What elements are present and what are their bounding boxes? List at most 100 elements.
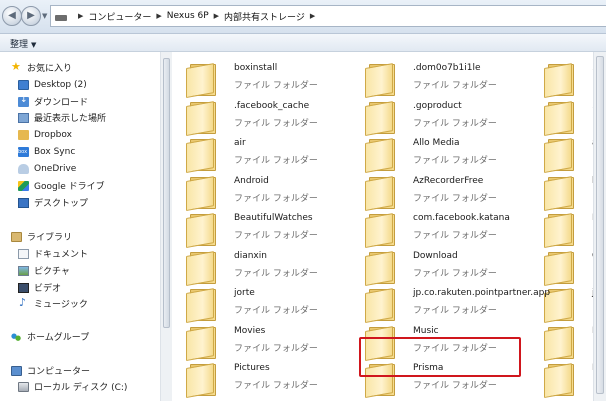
- folder-type-label: ファイル フォルダー: [234, 81, 318, 91]
- nav-scrollbar[interactable]: [160, 52, 172, 401]
- videos-icon: [18, 282, 29, 293]
- folder-tile[interactable]: Prisma ファイル フォルダー: [365, 358, 537, 400]
- folder-tile[interactable]: air ファイル フォルダー: [186, 133, 358, 175]
- folder-name: Allo Media: [413, 138, 460, 148]
- nav-item-box-sync[interactable]: Box Sync: [18, 144, 75, 159]
- folder-tile[interactable]: jorte ファイル フォルダー: [186, 283, 358, 325]
- recent-pages-dropdown-icon[interactable]: ▼: [42, 12, 47, 20]
- nav-item-dropbox[interactable]: Dropbox: [18, 127, 72, 142]
- nav-item-local-disk-c[interactable]: ローカル ディスク (C:): [18, 379, 127, 394]
- folder-tile[interactable]: com.facebook.katana ファイル フォルダー: [365, 208, 537, 250]
- chevron-right-icon[interactable]: ▶: [214, 12, 219, 20]
- folder-tile[interactable]: AzRecorderFree ファイル フォルダー: [365, 171, 537, 213]
- forward-button[interactable]: ▶: [21, 6, 41, 26]
- breadcrumb-nexus-6p[interactable]: Nexus 6P: [167, 11, 209, 21]
- breadcrumb[interactable]: ▶ コンピューター ▶ Nexus 6P ▶ 内部共有ストレージ ▶: [50, 5, 606, 27]
- folder-tile[interactable]: boxinstall ファイル フォルダー: [186, 58, 358, 100]
- music-icon: [18, 296, 29, 309]
- folder-tile[interactable]: jp.co.rakuten.pointpartner.app ファイル フォルダー: [365, 283, 550, 325]
- folder-type-label: ファイル フォルダー: [413, 119, 497, 129]
- nav-item-computer[interactable]: コンピューター: [11, 363, 90, 378]
- folder-icon: [544, 323, 578, 361]
- folder-type-label: ファイル フォルダー: [413, 194, 497, 204]
- folder-icon: [186, 135, 220, 173]
- nav-item-documents[interactable]: ドキュメント: [18, 246, 88, 261]
- nav-item-pictures[interactable]: ピクチャ: [18, 263, 70, 278]
- nav-item-label: Box Sync: [34, 146, 76, 157]
- nav-item-label: お気に入り: [27, 64, 73, 74]
- recent-places-icon: [18, 112, 29, 123]
- nav-item-label: ローカル ディスク (C:): [34, 383, 128, 393]
- folder-icon: [365, 323, 399, 361]
- nav-item-google-drive[interactable]: Google ドライブ: [18, 178, 105, 193]
- folder-icon: [544, 173, 578, 211]
- folder-icon: [365, 210, 399, 248]
- folder-name: .dom0o7b1i1le: [413, 63, 481, 73]
- folder-icon: [544, 60, 578, 98]
- folder-icon: [365, 135, 399, 173]
- folder-tile[interactable]: Download ファイル フォルダー: [365, 246, 537, 288]
- nav-item-desktop[interactable]: デスクトップ: [18, 195, 88, 210]
- star-icon: [11, 60, 22, 73]
- nav-item-libraries[interactable]: ライブラリ: [11, 229, 72, 244]
- desktop-icon: [18, 79, 29, 90]
- folder-tile[interactable]: Allo Media ファイル フォルダー: [365, 133, 537, 175]
- nav-item-homegroup[interactable]: ホームグループ: [11, 329, 89, 344]
- folder-icon: [544, 248, 578, 286]
- folder-icon: [186, 60, 220, 98]
- folder-icon: [365, 98, 399, 136]
- folder-icon: [365, 285, 399, 323]
- folder-tile[interactable]: dianxin ファイル フォルダー: [186, 246, 358, 288]
- navigation-pane: お気に入り Desktop (2) ダウンロード 最近表示した場所 Dropbo…: [0, 52, 172, 401]
- nav-item-label: デスクトップ: [34, 199, 89, 209]
- folder-icon: [186, 360, 220, 398]
- chevron-right-icon[interactable]: ▶: [310, 12, 315, 20]
- folder-icon: [186, 285, 220, 323]
- nav-item-videos[interactable]: ビデオ: [18, 280, 61, 295]
- nav-item-onedrive[interactable]: OneDrive: [18, 161, 76, 176]
- chevron-right-icon[interactable]: ▶: [78, 12, 83, 20]
- download-icon: [18, 95, 29, 107]
- nav-item-favorites[interactable]: お気に入り: [11, 60, 72, 75]
- folder-icon: [186, 248, 220, 286]
- nav-item-desktop-2[interactable]: Desktop (2): [18, 77, 87, 92]
- nav-scrollbar-thumb[interactable]: [163, 58, 170, 328]
- folder-tile[interactable]: .facebook_cache ファイル フォルダー: [186, 96, 358, 138]
- breadcrumb-internal-storage[interactable]: 内部共有ストレージ: [224, 10, 305, 23]
- folder-name: AzRecorderFree: [413, 176, 484, 186]
- onedrive-icon: [18, 163, 29, 174]
- folder-name: .goproduct: [413, 101, 462, 111]
- nav-item-label: Dropbox: [34, 129, 72, 140]
- folder-name: BeautifulWatches: [234, 213, 313, 223]
- folder-icon: [186, 323, 220, 361]
- folder-tile[interactable]: .dom0o7b1i1le ファイル フォルダー: [365, 58, 537, 100]
- nav-item-label: ミュージック: [34, 300, 88, 310]
- folder-tile[interactable]: Movies ファイル フォルダー: [186, 321, 358, 363]
- folder-tile[interactable]: .goproduct ファイル フォルダー: [365, 96, 537, 138]
- folder-tile[interactable]: BeautifulWatches ファイル フォルダー: [186, 208, 358, 250]
- nav-item-label: ピクチャ: [34, 267, 70, 277]
- folder-tile[interactable]: Music ファイル フォルダー: [365, 321, 537, 363]
- breadcrumb-computer[interactable]: コンピューター: [88, 10, 151, 23]
- computer-icon: [11, 365, 22, 376]
- content-scrollbar-thumb[interactable]: [596, 56, 604, 394]
- nav-item-label: ホームグループ: [27, 333, 90, 343]
- folder-icon: [186, 210, 220, 248]
- nav-item-label: OneDrive: [34, 163, 77, 174]
- back-button[interactable]: ◀: [2, 6, 22, 26]
- content-scrollbar[interactable]: [593, 52, 606, 401]
- nav-item-recent-places[interactable]: 最近表示した場所: [18, 110, 106, 125]
- chevron-right-icon[interactable]: ▶: [156, 12, 161, 20]
- folder-tile[interactable]: Pictures ファイル フォルダー: [186, 358, 358, 400]
- folder-tile[interactable]: Android ファイル フォルダー: [186, 171, 358, 213]
- address-bar: ◀ ▶ ▼ ▶ コンピューター ▶ Nexus 6P ▶ 内部共有ストレージ ▶: [0, 0, 606, 34]
- nav-item-music[interactable]: ミュージック: [18, 296, 88, 311]
- forward-arrow-icon: ▶: [27, 10, 35, 21]
- organize-label: 整理: [10, 40, 29, 50]
- folder-type-label: ファイル フォルダー: [234, 231, 318, 241]
- nav-item-label: ダウンロード: [34, 98, 89, 108]
- organize-button[interactable]: 整理 ▼: [10, 37, 36, 50]
- folder-name: Download: [413, 251, 458, 261]
- nav-item-downloads[interactable]: ダウンロード: [18, 94, 88, 109]
- folder-type-label: ファイル フォルダー: [234, 269, 318, 279]
